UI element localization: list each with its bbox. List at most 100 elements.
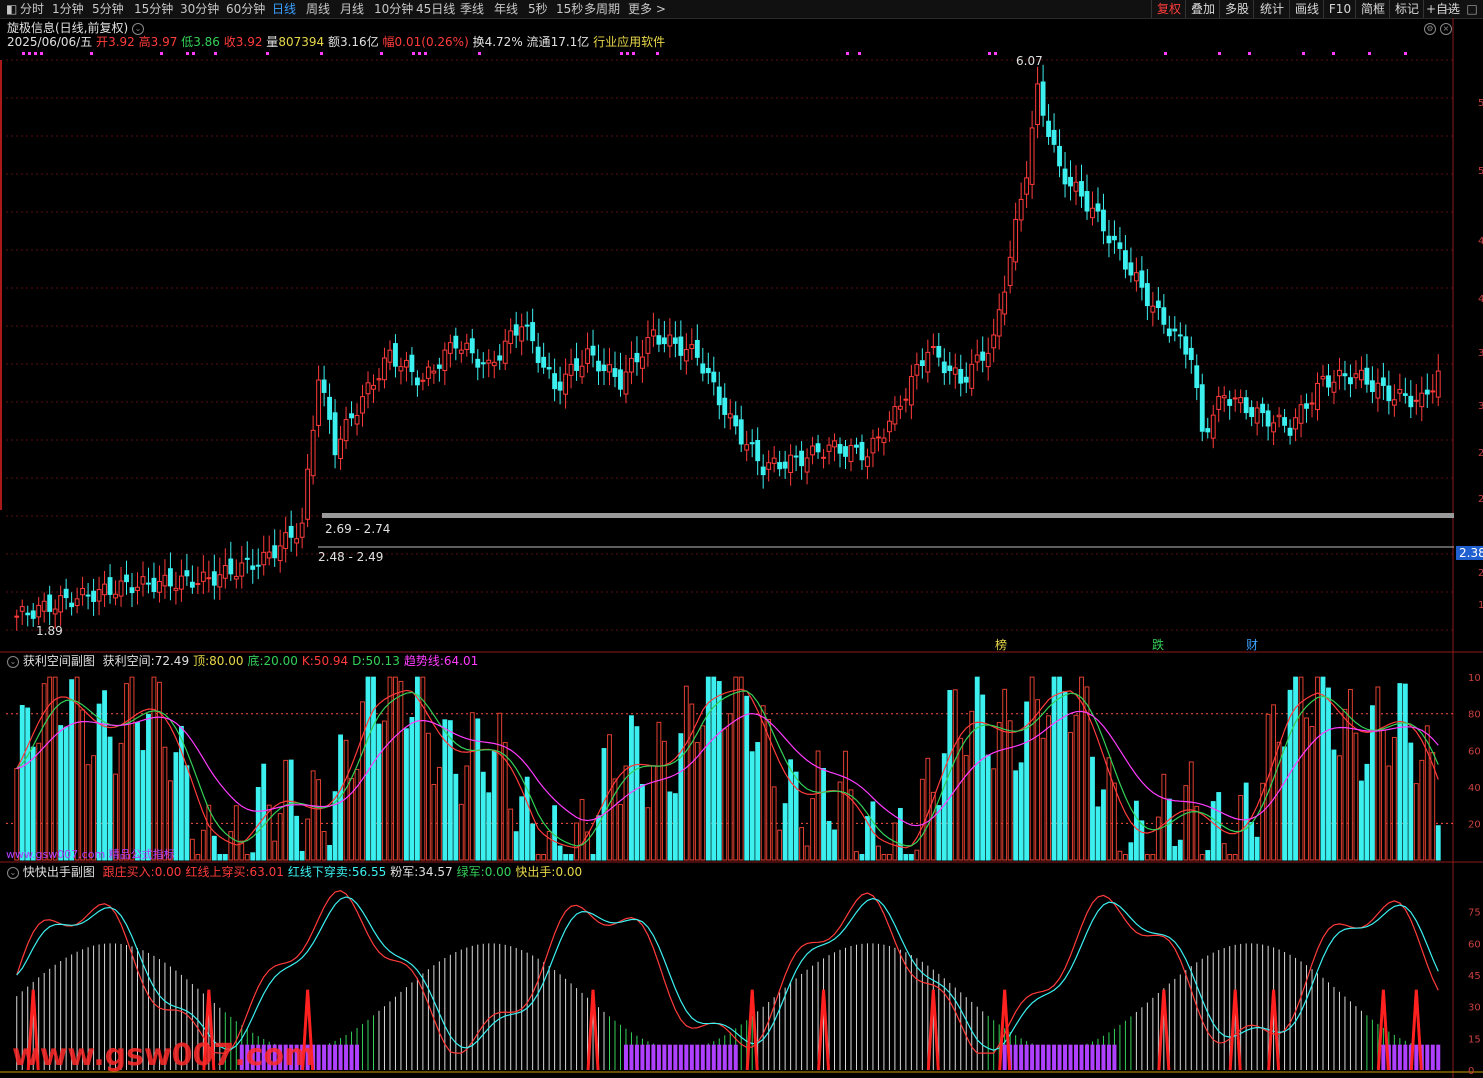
signal-dot xyxy=(320,52,323,55)
candle-body xyxy=(195,583,201,586)
signal-dot xyxy=(424,52,427,55)
candle-body xyxy=(1424,389,1430,395)
candle-body xyxy=(1391,399,1397,406)
candle-body xyxy=(941,361,947,374)
profit-bar xyxy=(1369,705,1375,861)
candle-body xyxy=(826,444,832,452)
candle-body xyxy=(996,309,1002,337)
signal-dot xyxy=(478,52,481,55)
profit-bar xyxy=(250,852,256,861)
profit-bar xyxy=(996,722,1002,861)
candle-body xyxy=(1084,191,1090,212)
pink-block xyxy=(1013,1044,1018,1070)
panel1-y-tick: 40 xyxy=(1468,783,1481,794)
candle-body xyxy=(683,349,689,362)
panel2-item-label-3: 粉军: xyxy=(390,865,419,879)
candle-body xyxy=(1260,403,1266,414)
pink-block xyxy=(700,1044,705,1070)
profit-bar xyxy=(1326,687,1331,861)
candle-body xyxy=(1265,410,1271,427)
y-axis: 5 5 4 4 3 3 2 2 2 1 10 80 60 40 20 75 60 45 30 15 0 xyxy=(1468,98,1483,1077)
profit-bar xyxy=(36,742,42,861)
panel2-name[interactable]: 快快出手副图 xyxy=(23,865,95,879)
candle-body xyxy=(947,365,953,372)
pink-block xyxy=(322,1044,327,1070)
candle-body xyxy=(74,598,80,607)
profit-bar xyxy=(129,676,135,861)
pink-block xyxy=(327,1044,332,1070)
candle-body xyxy=(744,444,750,451)
profit-bar xyxy=(974,676,980,861)
candle-body xyxy=(667,334,673,347)
candle-body xyxy=(914,364,920,376)
profit-bar xyxy=(672,793,678,861)
marker-die[interactable]: 跌 xyxy=(1152,638,1164,652)
signal-dot xyxy=(846,52,849,55)
marker-bang[interactable]: 榜 xyxy=(995,638,1007,652)
profit-bar xyxy=(832,829,837,861)
pink-block xyxy=(1041,1044,1046,1070)
candle-body xyxy=(266,551,272,559)
candle-body xyxy=(843,446,848,457)
profit-bar xyxy=(140,750,146,861)
profit-bar xyxy=(667,791,673,861)
profit-bar xyxy=(886,854,892,861)
candle-body xyxy=(58,595,64,613)
panel2-item-label-4: 绿军: xyxy=(456,865,485,879)
candle-body xyxy=(985,352,991,368)
candle-body xyxy=(1304,403,1309,409)
panel1-item-value-2: 20.00 xyxy=(263,654,298,668)
candle-body xyxy=(480,362,486,365)
profit-bar xyxy=(189,838,195,861)
candle-body xyxy=(189,581,195,588)
pink-block xyxy=(1046,1044,1051,1070)
panel1-name[interactable]: 获利空间副图 xyxy=(23,654,95,668)
profit-bar xyxy=(480,771,486,861)
profit-bar xyxy=(1155,816,1161,861)
profit-bar xyxy=(689,703,695,861)
marker-cai[interactable]: 财 xyxy=(1246,638,1258,652)
panel2-item-label-5: 快出手: xyxy=(515,865,556,879)
panel1-toggle-icon[interactable]: ⌄ xyxy=(7,655,19,668)
candle-body xyxy=(618,369,623,390)
candle-body xyxy=(607,364,612,373)
panel2-y-tick: 45 xyxy=(1468,971,1481,982)
candle-body xyxy=(519,326,525,342)
pink-block xyxy=(344,1044,349,1070)
signal-dot xyxy=(988,52,991,55)
candle-body xyxy=(1161,307,1167,325)
signal-dot xyxy=(1164,52,1167,55)
profit-bar xyxy=(1029,676,1035,861)
panel2-toggle-icon[interactable]: ⌄ xyxy=(7,866,19,879)
pink-block xyxy=(629,1044,634,1070)
candle-body xyxy=(1402,393,1408,396)
candle-body xyxy=(1144,283,1150,307)
candle-body xyxy=(903,398,909,401)
candle-body xyxy=(360,396,365,414)
candle-body xyxy=(80,587,86,596)
panel1-item-label-2: 底: xyxy=(247,654,264,668)
main-y-tick: 2 xyxy=(1478,494,1483,505)
profit-bar xyxy=(283,759,289,861)
candle-body xyxy=(1112,235,1117,241)
profit-bar xyxy=(222,854,228,861)
profit-bar xyxy=(1419,759,1425,861)
kline-chart[interactable]: 5 5 4 4 3 3 2 2 2 1 10 80 60 40 20 75 60 45 30 15 0 xyxy=(0,0,1483,1078)
profit-bar xyxy=(854,851,859,861)
profit-bar xyxy=(288,759,294,861)
pink-block xyxy=(1035,1044,1040,1070)
signal-dot xyxy=(1332,52,1335,55)
candle-body xyxy=(1232,397,1238,400)
main-y-tick: 4 xyxy=(1478,236,1483,247)
profit-bar xyxy=(1177,839,1183,861)
profit-bar xyxy=(1342,708,1348,861)
profit-bar xyxy=(382,720,387,861)
candle-body xyxy=(694,339,700,358)
profit-bar xyxy=(1183,785,1189,861)
profit-bar xyxy=(447,720,453,861)
candle-body xyxy=(486,359,492,364)
pink-block xyxy=(349,1044,354,1070)
candle-body xyxy=(327,396,333,420)
candle-body xyxy=(771,457,777,464)
panel1-item-value-1: 80.00 xyxy=(209,654,244,668)
